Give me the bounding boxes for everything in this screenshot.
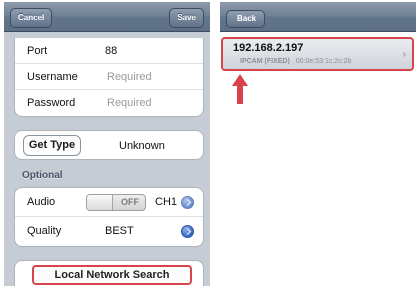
optional-group: Audio OFF CH1 Quality BEST (14, 187, 204, 247)
disclosure-icon[interactable] (181, 196, 194, 209)
local-network-search-button[interactable]: Local Network Search (32, 265, 192, 285)
save-button[interactable]: Save (169, 8, 204, 28)
quality-label: Quality (27, 225, 62, 237)
username-label: Username (27, 71, 78, 83)
arrow-up-icon (232, 74, 248, 104)
device-type: IPCAM (FIXED) (240, 58, 290, 65)
navbar: Back (220, 2, 416, 32)
get-type-button[interactable]: Get Type (23, 135, 81, 156)
navbar: Cancel Save (4, 2, 210, 32)
cancel-button[interactable]: Cancel (10, 8, 53, 28)
username-field[interactable]: Required (107, 64, 152, 90)
audio-label: Audio (27, 196, 56, 208)
camera-type-value: Unknown (119, 140, 165, 152)
optional-section-header: Optional (22, 170, 63, 181)
disclosure-icon[interactable] (181, 225, 194, 238)
chevron-right-icon: › (402, 49, 406, 60)
quality-value: BEST (105, 225, 134, 237)
username-row[interactable]: Username Required (15, 64, 203, 90)
get-type-group: Get Type Unknown (14, 130, 204, 160)
back-button[interactable]: Back (226, 10, 266, 28)
quality-row[interactable]: Quality BEST (15, 217, 203, 246)
audio-toggle[interactable]: OFF (86, 194, 146, 211)
password-label: Password (27, 97, 76, 109)
device-ip: 192.168.2.197 (233, 42, 304, 54)
port-label: Port (27, 45, 48, 57)
connection-fields-group: Port 88 Username Required Password Requi… (14, 38, 204, 117)
device-mac: 00:0e:53:1c:2c:2b (295, 58, 352, 65)
password-field[interactable]: Required (107, 90, 152, 116)
audio-channel-value: CH1 (155, 196, 178, 208)
toggle-knob (87, 195, 113, 210)
password-row[interactable]: Password Required (15, 90, 203, 116)
port-field[interactable]: 88 (105, 38, 117, 64)
port-row[interactable]: Port 88 (15, 38, 203, 64)
device-list-item[interactable]: 192.168.2.197 IPCAM (FIXED) 00:0e:53:1c:2… (221, 37, 414, 71)
audio-row: Audio OFF CH1 (15, 188, 203, 217)
toggle-state-label: OFF (121, 197, 139, 207)
camera-settings-screen: Cancel Save Port 88 Username Required Pa… (4, 2, 210, 286)
device-list-screen: Back 192.168.2.197 IPCAM (FIXED) 00:0e:53… (220, 2, 416, 286)
device-info: IPCAM (FIXED) 00:0e:53:1c:2c:2b (240, 58, 351, 65)
search-group: Local Network Search (14, 260, 204, 286)
